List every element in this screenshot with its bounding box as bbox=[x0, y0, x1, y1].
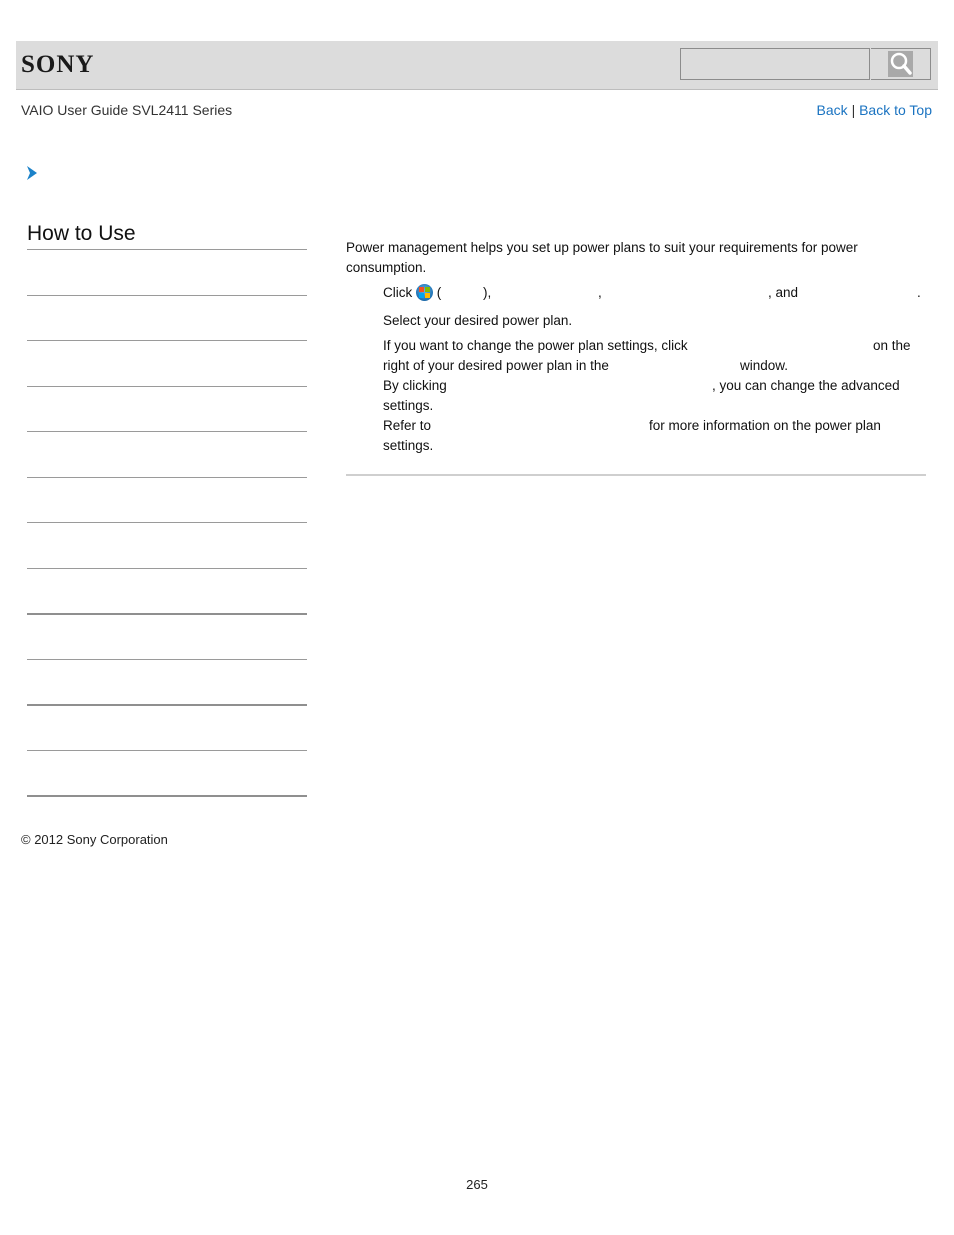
sidebar-item[interactable] bbox=[27, 386, 307, 387]
note2-line1-start: By clicking bbox=[383, 378, 447, 393]
search-icon bbox=[888, 51, 913, 77]
sidebar-item[interactable] bbox=[27, 568, 307, 569]
step2-text: Select your desired power plan. bbox=[383, 313, 573, 328]
note3-line1-end: for more information on the power plan bbox=[649, 418, 881, 433]
step1-period: . bbox=[917, 285, 921, 300]
site-header: SONY bbox=[16, 41, 938, 90]
link-separator: | bbox=[851, 102, 856, 118]
note1-line2-start: right of your desired power plan in the bbox=[383, 358, 609, 373]
chevron-right-icon[interactable] bbox=[25, 165, 39, 186]
sony-logo: SONY bbox=[21, 51, 95, 78]
sidebar-item[interactable] bbox=[27, 613, 307, 615]
sidebar-item[interactable] bbox=[27, 340, 307, 341]
sidebar-item[interactable] bbox=[27, 522, 307, 523]
guide-title: VAIO User Guide SVL2411 Series bbox=[21, 102, 233, 118]
content-divider bbox=[346, 474, 926, 476]
note1-line1-start: If you want to change the power plan set… bbox=[383, 338, 688, 353]
sidebar-item[interactable] bbox=[27, 795, 307, 797]
copyright: © 2012 Sony Corporation bbox=[21, 832, 168, 847]
step1-close-paren: ), bbox=[483, 285, 492, 300]
sidebar-item[interactable] bbox=[27, 295, 307, 296]
page-number: 265 bbox=[466, 1177, 488, 1192]
sidebar-item[interactable] bbox=[27, 659, 307, 660]
sidebar-item[interactable] bbox=[27, 477, 307, 478]
note3-line1-start: Refer to bbox=[383, 418, 432, 433]
search-button[interactable] bbox=[871, 48, 931, 80]
back-to-top-link[interactable]: Back to Top bbox=[859, 102, 932, 118]
note2-line2: settings. bbox=[383, 398, 434, 413]
note3-line2: settings. bbox=[383, 438, 434, 453]
search-input[interactable] bbox=[680, 48, 870, 80]
note2-line1-end: , you can change the advanced bbox=[712, 378, 900, 393]
step1-and: , and bbox=[768, 285, 799, 300]
note1-line2-end: window. bbox=[740, 358, 789, 373]
sidebar-item[interactable] bbox=[27, 750, 307, 751]
sidebar-title: How to Use bbox=[27, 222, 136, 245]
back-link[interactable]: Back bbox=[817, 102, 848, 118]
windows-start-icon bbox=[416, 284, 434, 301]
note1-line1-end: on the bbox=[873, 338, 911, 353]
step1-comma: , bbox=[598, 285, 602, 300]
step1-click-text: Click ( bbox=[383, 284, 442, 301]
top-links: Back | Back to Top bbox=[817, 102, 932, 118]
sidebar-item[interactable] bbox=[27, 704, 307, 706]
sidebar-divider bbox=[27, 249, 307, 250]
sidebar-item[interactable] bbox=[27, 431, 307, 432]
intro-paragraph: Power management helps you set up power … bbox=[346, 240, 858, 275]
